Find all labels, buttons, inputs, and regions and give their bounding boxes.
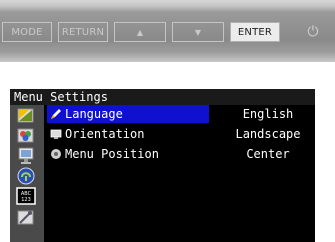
menu-row-value: English	[242, 107, 294, 121]
mode-button[interactable]: MODE	[2, 22, 52, 42]
power-button[interactable]: ⏻	[296, 22, 330, 42]
menu-settings-icon[interactable]: ABC 123	[15, 187, 37, 205]
svg-text:123: 123	[21, 197, 31, 203]
brightness-icon[interactable]	[15, 107, 37, 125]
orientation-icon	[50, 129, 62, 139]
menu-row-label: Language	[65, 107, 123, 121]
color-icon[interactable]	[15, 127, 37, 145]
menu-row-orientation[interactable]: Orientation Landscape	[47, 125, 315, 145]
position-icon	[51, 149, 61, 159]
menu-row-value: Center	[246, 147, 290, 161]
menu-row-language[interactable]: Language English	[47, 105, 315, 125]
down-button[interactable]: ▼	[172, 22, 224, 42]
up-arrow-icon: ▲	[136, 27, 144, 37]
menu-row-value: Landscape	[235, 127, 301, 141]
menu-row-label: Orientation	[65, 127, 145, 141]
menu-rows: Language English Orientation Landscape M…	[47, 105, 315, 165]
down-arrow-icon: ▼	[194, 27, 202, 37]
enter-button[interactable]: ENTER	[230, 22, 280, 42]
menu-row-label: Menu Position	[65, 147, 159, 161]
up-button[interactable]: ▲	[114, 22, 166, 42]
menu-row-menu-position[interactable]: Menu Position Center	[47, 145, 315, 165]
control-button-strip: MODE RETURN ▲ ▼ ENTER ⏻	[0, 0, 335, 62]
tools-icon[interactable]	[15, 209, 37, 227]
power-icon: ⏻	[307, 24, 319, 40]
screen-icon[interactable]	[15, 147, 37, 165]
menu-sidebar: ABC 123	[10, 105, 44, 242]
menu-title: Menu Settings	[10, 89, 315, 105]
osd-menu: Menu Settings ABC 123 Language English O…	[10, 89, 315, 242]
power-saver-icon[interactable]	[15, 167, 37, 185]
pencil-icon	[51, 109, 61, 119]
return-button[interactable]: RETURN	[58, 22, 108, 42]
